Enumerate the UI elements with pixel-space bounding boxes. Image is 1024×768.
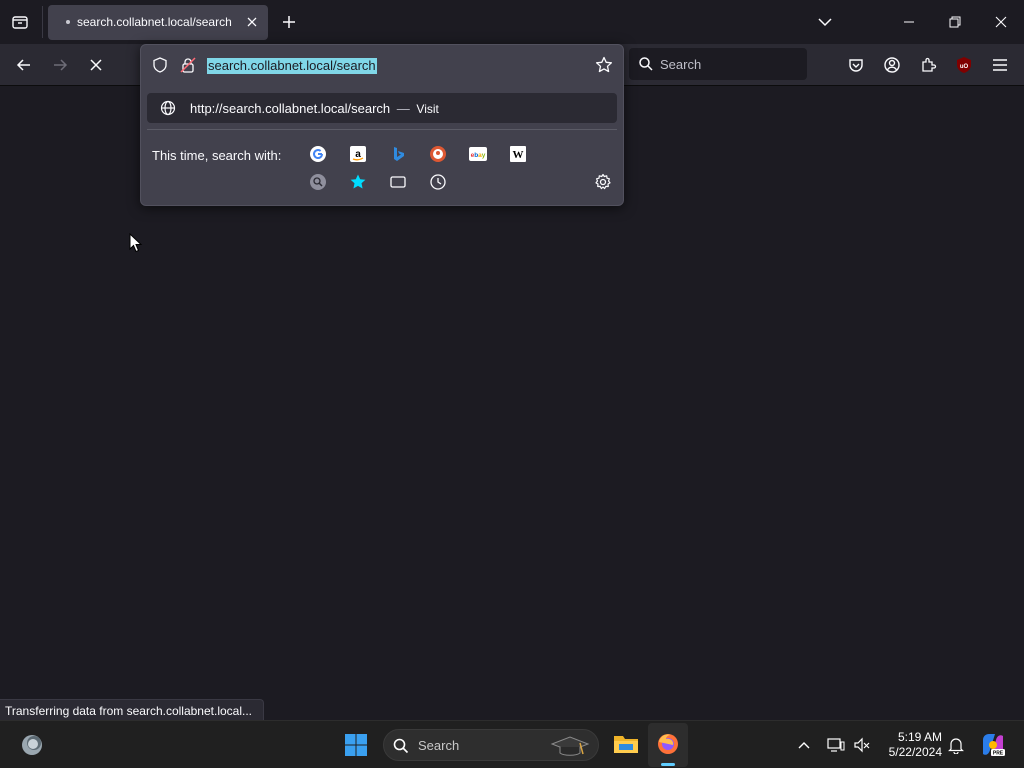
tracking-protection-shield-icon — [153, 57, 167, 73]
wikipedia-engine-icon[interactable]: W — [509, 145, 527, 163]
status-text: Transferring data from search.collabnet.… — [5, 704, 253, 718]
visit-url: http://search.collabnet.local/search — [190, 101, 391, 116]
network-display-icon[interactable] — [827, 736, 845, 754]
search-settings-gear-icon[interactable] — [594, 173, 612, 191]
close-window-icon[interactable] — [994, 15, 1008, 29]
taskbar-search-icon — [393, 738, 409, 754]
svg-text:W: W — [513, 149, 524, 161]
clock-time: 5:19 AM — [897, 730, 942, 744]
search-bar-placeholder: Search — [660, 57, 702, 72]
status-panel: Transferring data from search.collabnet.… — [0, 699, 264, 721]
stop-button[interactable] — [84, 53, 108, 77]
svg-text:ebay: ebay — [471, 152, 486, 159]
tab-divider — [42, 6, 43, 38]
firefox-taskbar-button[interactable] — [648, 723, 688, 767]
tabs-mode-icon[interactable] — [389, 173, 407, 191]
visit-label: Visit — [416, 102, 439, 116]
notifications-bell-icon[interactable] — [948, 736, 964, 754]
pocket-icon — [849, 59, 863, 72]
bing-engine-icon[interactable] — [389, 145, 407, 163]
minimize-icon[interactable] — [902, 15, 916, 29]
forward-arrow-icon — [54, 59, 68, 71]
search-engines-mode-icon[interactable] — [309, 173, 327, 191]
new-tab-icon[interactable] — [281, 14, 297, 30]
url-bar[interactable]: search.collabnet.local/search — [141, 45, 623, 86]
firefox-icon — [658, 734, 678, 754]
restore-icon[interactable] — [948, 15, 962, 29]
back-arrow-icon — [16, 59, 30, 71]
search-with-label: This time, search with: — [152, 148, 282, 163]
taskbar-search[interactable]: Search — [383, 729, 599, 761]
visit-url-text: http://search.collabnet.local/search — V… — [190, 101, 439, 116]
url-text-selected[interactable]: search.collabnet.local/search — [207, 58, 377, 74]
system-clock[interactable]: 5:19 AM 5/22/2024 — [872, 730, 942, 760]
tab-list-icon[interactable] — [11, 13, 29, 31]
ebay-engine-icon[interactable]: ebay — [469, 145, 487, 163]
tab-title: search.collabnet.local/search — [77, 15, 232, 29]
pocket-button[interactable] — [844, 53, 868, 77]
visit-suggestion-row[interactable]: http://search.collabnet.local/search — V… — [147, 93, 617, 123]
app-menu-button[interactable] — [988, 53, 1012, 77]
account-button[interactable] — [880, 53, 904, 77]
taskbar-search-placeholder: Search — [418, 738, 460, 753]
forward-button[interactable] — [48, 53, 72, 77]
svg-text:a: a — [355, 149, 361, 160]
windows-taskbar: Search 5:19 AM 5/22/2024 PRE — [0, 720, 1024, 768]
svg-text:PRE: PRE — [993, 751, 1004, 757]
start-button[interactable] — [344, 733, 368, 757]
search-bar[interactable]: Search — [629, 48, 807, 80]
show-hidden-icons-chevron-icon[interactable] — [797, 738, 811, 752]
visit-separator: — — [396, 101, 410, 116]
clock-date: 5/22/2024 — [888, 745, 942, 759]
back-button[interactable] — [12, 53, 36, 77]
graduation-cap-icon — [550, 736, 590, 756]
account-icon — [884, 57, 900, 73]
tab-strip: search.collabnet.local/search — [0, 0, 1024, 44]
ublock-origin-button[interactable]: uO — [952, 53, 976, 77]
tab-active[interactable]: search.collabnet.local/search — [48, 5, 268, 40]
tab-close-icon[interactable] — [244, 14, 260, 30]
puzzle-icon — [922, 57, 937, 72]
amazon-engine-icon[interactable]: a — [349, 145, 367, 163]
history-clock-icon[interactable] — [429, 173, 447, 191]
file-explorer-icon[interactable] — [613, 732, 639, 756]
stop-icon — [90, 59, 102, 71]
svg-text:uO: uO — [960, 64, 969, 70]
mouse-cursor-icon — [129, 233, 143, 253]
extensions-button[interactable] — [916, 53, 940, 77]
active-app-indicator — [661, 763, 675, 766]
bookmark-star-icon — [595, 56, 613, 73]
insecure-lock-icon — [180, 57, 196, 73]
bookmarks-star-icon[interactable] — [349, 173, 367, 191]
url-bar-dropdown: search.collabnet.local/search http://sea… — [140, 44, 624, 206]
windows-logo-icon — [345, 734, 367, 756]
globe-icon — [160, 100, 176, 116]
hamburger-menu-icon — [993, 59, 1007, 71]
duckduckgo-engine-icon[interactable] — [429, 145, 447, 163]
volume-muted-icon[interactable] — [853, 736, 871, 754]
search-icon — [639, 57, 653, 71]
loading-dot-icon — [66, 20, 70, 24]
list-all-tabs-icon[interactable] — [817, 14, 833, 30]
ublock-icon: uO — [957, 57, 971, 73]
google-engine-icon[interactable] — [309, 145, 327, 163]
dropdown-divider — [147, 129, 617, 130]
widgets-icon[interactable] — [20, 733, 44, 757]
copilot-preview-icon[interactable]: PRE — [980, 732, 1006, 758]
